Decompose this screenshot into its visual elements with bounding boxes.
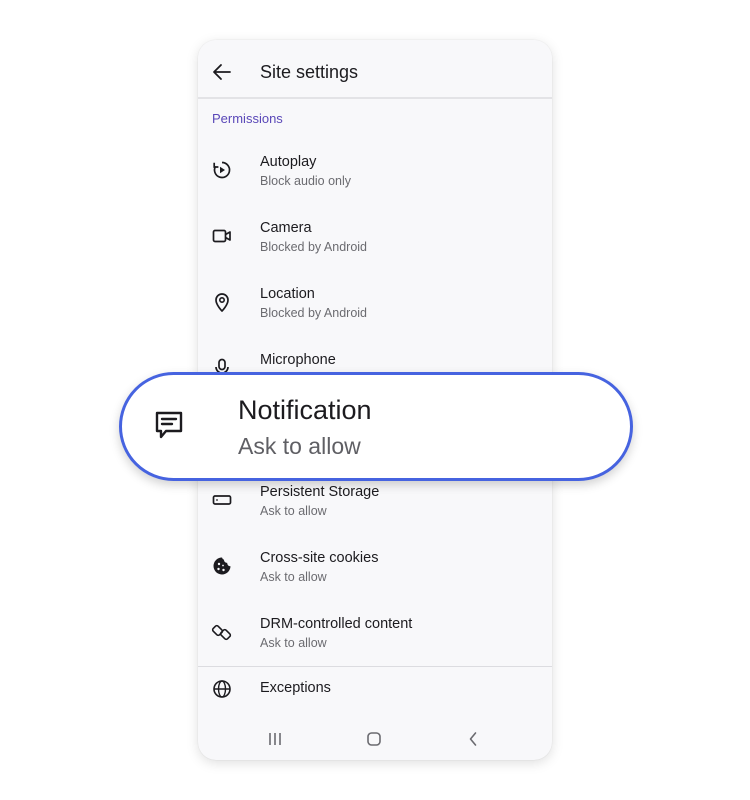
system-navigation-bar xyxy=(198,720,552,760)
globe-icon xyxy=(211,678,233,700)
autoplay-icon xyxy=(211,159,233,181)
storage-icon xyxy=(211,489,233,511)
back-icon[interactable] xyxy=(462,728,484,750)
section-header-permissions: Permissions xyxy=(212,111,283,126)
permission-status: Blocked by Android xyxy=(260,306,368,320)
callout-status: Ask to allow xyxy=(238,433,361,459)
cookie-icon xyxy=(211,555,233,577)
permission-status: Ask to allow xyxy=(260,636,327,650)
home-icon[interactable] xyxy=(363,728,385,750)
drm-link-icon xyxy=(211,621,233,643)
exceptions-label: Exceptions xyxy=(260,680,331,696)
app-bar: Site settings xyxy=(198,40,552,99)
camera-icon xyxy=(211,225,233,247)
permission-row-cross-site-cookies[interactable]: Cross-site cookies Ask to allow xyxy=(198,535,552,601)
permission-label: Autoplay xyxy=(260,154,317,170)
permission-status: Block audio only xyxy=(260,174,352,188)
permission-label: Persistent Storage xyxy=(260,484,380,500)
permission-label: Cross-site cookies xyxy=(260,550,379,566)
message-icon xyxy=(152,408,186,442)
permission-row-autoplay[interactable]: Autoplay Block audio only xyxy=(198,139,552,205)
permission-status: Blocked by Android xyxy=(260,240,368,254)
page-title: Site settings xyxy=(260,62,359,82)
callout-label: Notification xyxy=(238,395,372,425)
permission-label: Camera xyxy=(260,220,312,236)
exceptions-row[interactable]: Exceptions xyxy=(198,670,552,718)
permission-label: Microphone xyxy=(260,352,336,368)
back-arrow-icon[interactable] xyxy=(210,60,234,84)
divider xyxy=(198,666,552,667)
permission-row-drm-content[interactable]: DRM-controlled content Ask to allow xyxy=(198,601,552,667)
permission-row-camera[interactable]: Camera Blocked by Android xyxy=(198,205,552,271)
permission-label: DRM-controlled content xyxy=(260,616,413,632)
permission-label: Location xyxy=(260,286,315,302)
permission-row-location[interactable]: Location Blocked by Android xyxy=(198,271,552,337)
recent-apps-icon[interactable] xyxy=(264,728,286,750)
permission-status: Ask to allow xyxy=(260,570,327,584)
notification-callout[interactable]: Notification Ask to allow xyxy=(119,372,633,481)
permission-status: Ask to allow xyxy=(260,504,327,518)
location-icon xyxy=(211,291,233,313)
